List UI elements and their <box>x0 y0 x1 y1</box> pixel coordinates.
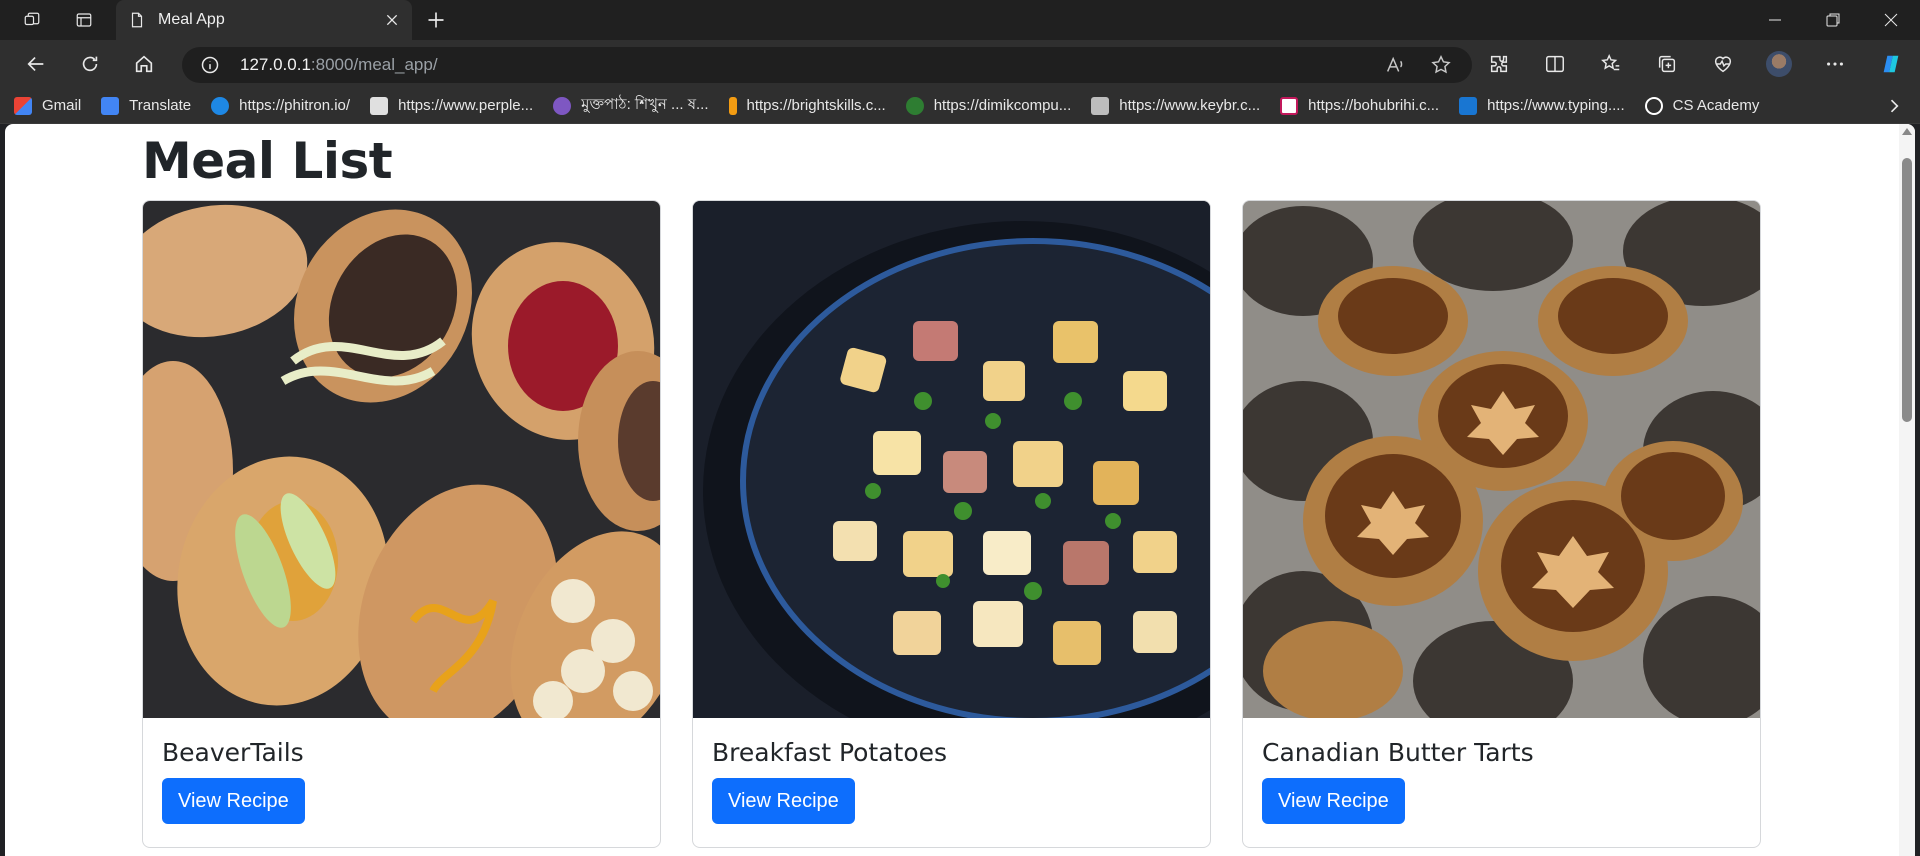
bookmark-muktopaath[interactable]: মুক্তপাঠ: শিখুন ... ষ... <box>553 93 709 118</box>
meal-container: Meal List BeaverTails View Recipe Breakf… <box>142 124 1762 848</box>
bookmark-label: মুক্তপাঠ: শিখুন ... ষ... <box>581 96 709 113</box>
bookmark-label: https://www.perple... <box>398 97 534 114</box>
phitron-icon <box>211 96 230 115</box>
bookmark-dimikcomputing[interactable]: https://dimikcompu... <box>905 96 1072 115</box>
dimik-icon <box>905 96 924 115</box>
meal-card: Breakfast Potatoes View Recipe <box>692 200 1211 848</box>
read-aloud-icon[interactable] <box>1384 54 1406 76</box>
minimize-icon[interactable] <box>1746 0 1804 40</box>
more-options-icon[interactable] <box>1816 46 1854 82</box>
meal-grid: BeaverTails View Recipe Breakfast Potato… <box>142 200 1762 848</box>
view-recipe-button[interactable]: View Recipe <box>712 778 855 824</box>
gmail-icon <box>14 96 32 115</box>
meal-name: Breakfast Potatoes <box>712 738 948 767</box>
keybr-icon <box>1091 96 1110 115</box>
window-controls <box>1746 0 1920 40</box>
tab-title: Meal App <box>158 11 225 28</box>
bookmark-label: https://www.typing.... <box>1487 97 1625 114</box>
meal-name: BeaverTails <box>162 738 304 767</box>
scroll-up-arrow-icon[interactable] <box>1902 128 1912 135</box>
scrollbar-thumb[interactable] <box>1902 158 1912 422</box>
card-body: Breakfast Potatoes View Recipe <box>693 718 1210 844</box>
toolbar <box>1480 46 1920 82</box>
profile-avatar[interactable] <box>1760 46 1798 82</box>
breakfast-potatoes-image <box>693 201 1210 718</box>
url-path: :8000/meal_app/ <box>310 55 438 74</box>
bookmark-bohubrihi[interactable]: https://bohubrihi.c... <box>1280 96 1440 115</box>
tab-strip: Meal App <box>0 0 1920 40</box>
copilot-icon[interactable] <box>1872 46 1910 82</box>
bookmark-label: https://dimikcompu... <box>933 97 1072 114</box>
split-screen-icon[interactable] <box>1536 46 1574 82</box>
new-tab-button[interactable] <box>420 4 452 36</box>
translate-icon <box>101 96 120 115</box>
page-icon <box>131 12 143 28</box>
muktopaath-icon <box>553 96 572 115</box>
typing-icon <box>1459 96 1478 115</box>
bookmark-label: https://bohubrihi.c... <box>1308 97 1440 114</box>
meal-name: Canadian Butter Tarts <box>1262 738 1534 767</box>
meal-card: Canadian Butter Tarts View Recipe <box>1242 200 1761 848</box>
bookmark-cs-academy[interactable]: CS Academy <box>1644 96 1760 115</box>
home-button[interactable] <box>126 46 162 82</box>
page-viewport: Meal List BeaverTails View Recipe Breakf… <box>5 124 1915 856</box>
bookmark-typing[interactable]: https://www.typing.... <box>1459 96 1625 115</box>
bohubrihi-icon <box>1280 96 1299 115</box>
active-tab[interactable]: Meal App <box>116 0 412 40</box>
browser-essentials-icon[interactable] <box>1704 46 1742 82</box>
restore-icon[interactable] <box>1804 0 1862 40</box>
more-bookmarks-icon[interactable] <box>1884 96 1904 116</box>
bookmark-label: Gmail <box>42 97 82 114</box>
brightskills-icon <box>728 96 737 115</box>
card-body: Canadian Butter Tarts View Recipe <box>1243 718 1760 844</box>
view-recipe-button[interactable]: View Recipe <box>162 778 305 824</box>
page-title: Meal List <box>142 132 393 190</box>
bookmark-label: https://www.keybr.c... <box>1119 97 1261 114</box>
bookmark-label: https://phitron.io/ <box>239 97 351 114</box>
bookmark-label: CS Academy <box>1672 97 1760 114</box>
view-recipe-button[interactable]: View Recipe <box>1262 778 1405 824</box>
collections-icon[interactable] <box>1648 46 1686 82</box>
meal-card: BeaverTails View Recipe <box>142 200 661 848</box>
close-tab-icon[interactable] <box>384 12 400 28</box>
perplexity-icon <box>370 96 389 115</box>
extensions-icon[interactable] <box>1480 46 1518 82</box>
bookmark-phitron[interactable]: https://phitron.io/ <box>211 96 351 115</box>
butter-tarts-image <box>1243 201 1760 718</box>
favorites-icon[interactable] <box>1592 46 1630 82</box>
bookmark-keybr[interactable]: https://www.keybr.c... <box>1091 96 1261 115</box>
beavertails-image <box>143 201 660 718</box>
card-body: BeaverTails View Recipe <box>143 718 660 844</box>
page-scrollbar[interactable] <box>1899 124 1915 856</box>
refresh-button[interactable] <box>72 46 108 82</box>
cs-academy-icon <box>1644 96 1663 115</box>
address-bar[interactable]: 127.0.0.1 :8000/meal_app/ <box>182 47 1472 83</box>
workspaces-icon[interactable] <box>16 4 48 36</box>
bookmark-perplexity[interactable]: https://www.perple... <box>370 96 534 115</box>
bookmark-brightskills[interactable]: https://brightskills.c... <box>728 96 886 115</box>
close-window-icon[interactable] <box>1862 0 1920 40</box>
bookmarks-bar: Gmail Translate https://phitron.io/ http… <box>0 88 1920 124</box>
site-info-icon[interactable] <box>200 55 220 75</box>
bookmark-label: https://brightskills.c... <box>746 97 886 114</box>
tab-actions-icon[interactable] <box>68 4 100 36</box>
bookmark-translate[interactable]: Translate <box>101 96 192 115</box>
favorite-star-icon[interactable] <box>1430 54 1452 76</box>
bookmark-gmail[interactable]: Gmail <box>14 96 82 115</box>
back-button[interactable] <box>18 46 54 82</box>
navigation-bar: 127.0.0.1 :8000/meal_app/ <box>0 40 1920 88</box>
bookmark-label: Translate <box>129 97 192 114</box>
url-host: 127.0.0.1 <box>240 55 311 74</box>
